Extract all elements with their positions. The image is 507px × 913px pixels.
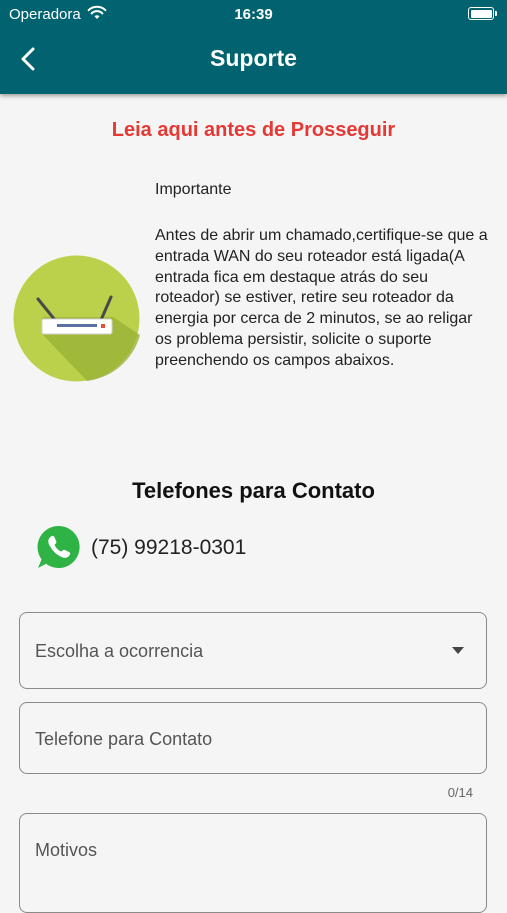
app-bar: Operadora 16:39 Suporte — [0, 0, 507, 94]
contact-phone-placeholder: Telefone para Contato — [35, 729, 213, 749]
contact-title: Telefones para Contato — [132, 478, 375, 503]
status-bar: Operadora 16:39 — [0, 0, 507, 30]
router-icon — [13, 255, 140, 387]
reasons-input[interactable]: Motivos — [19, 813, 487, 913]
notice-text: Antes de abrir um chamado,certifique-se … — [155, 227, 488, 369]
whatsapp-icon[interactable] — [36, 524, 82, 575]
dropdown-arrow-icon — [452, 647, 464, 654]
status-time: 16:39 — [234, 6, 273, 23]
notice-label: Importante — [155, 181, 232, 198]
battery-icon — [468, 7, 497, 20]
contact-phone[interactable]: (75) 99218-0301 — [91, 536, 246, 560]
occurrence-placeholder: Escolha a ocorrencia — [35, 641, 204, 661]
contact-phone-input[interactable]: Telefone para Contato — [19, 702, 487, 774]
notice-title: Leia aqui antes de Prosseguir — [111, 119, 396, 141]
occurrence-select[interactable]: Escolha a ocorrencia — [19, 612, 487, 689]
page-title: Suporte — [210, 45, 297, 71]
reasons-placeholder: Motivos — [35, 840, 98, 860]
phone-char-counter: 0/14 — [447, 785, 473, 800]
